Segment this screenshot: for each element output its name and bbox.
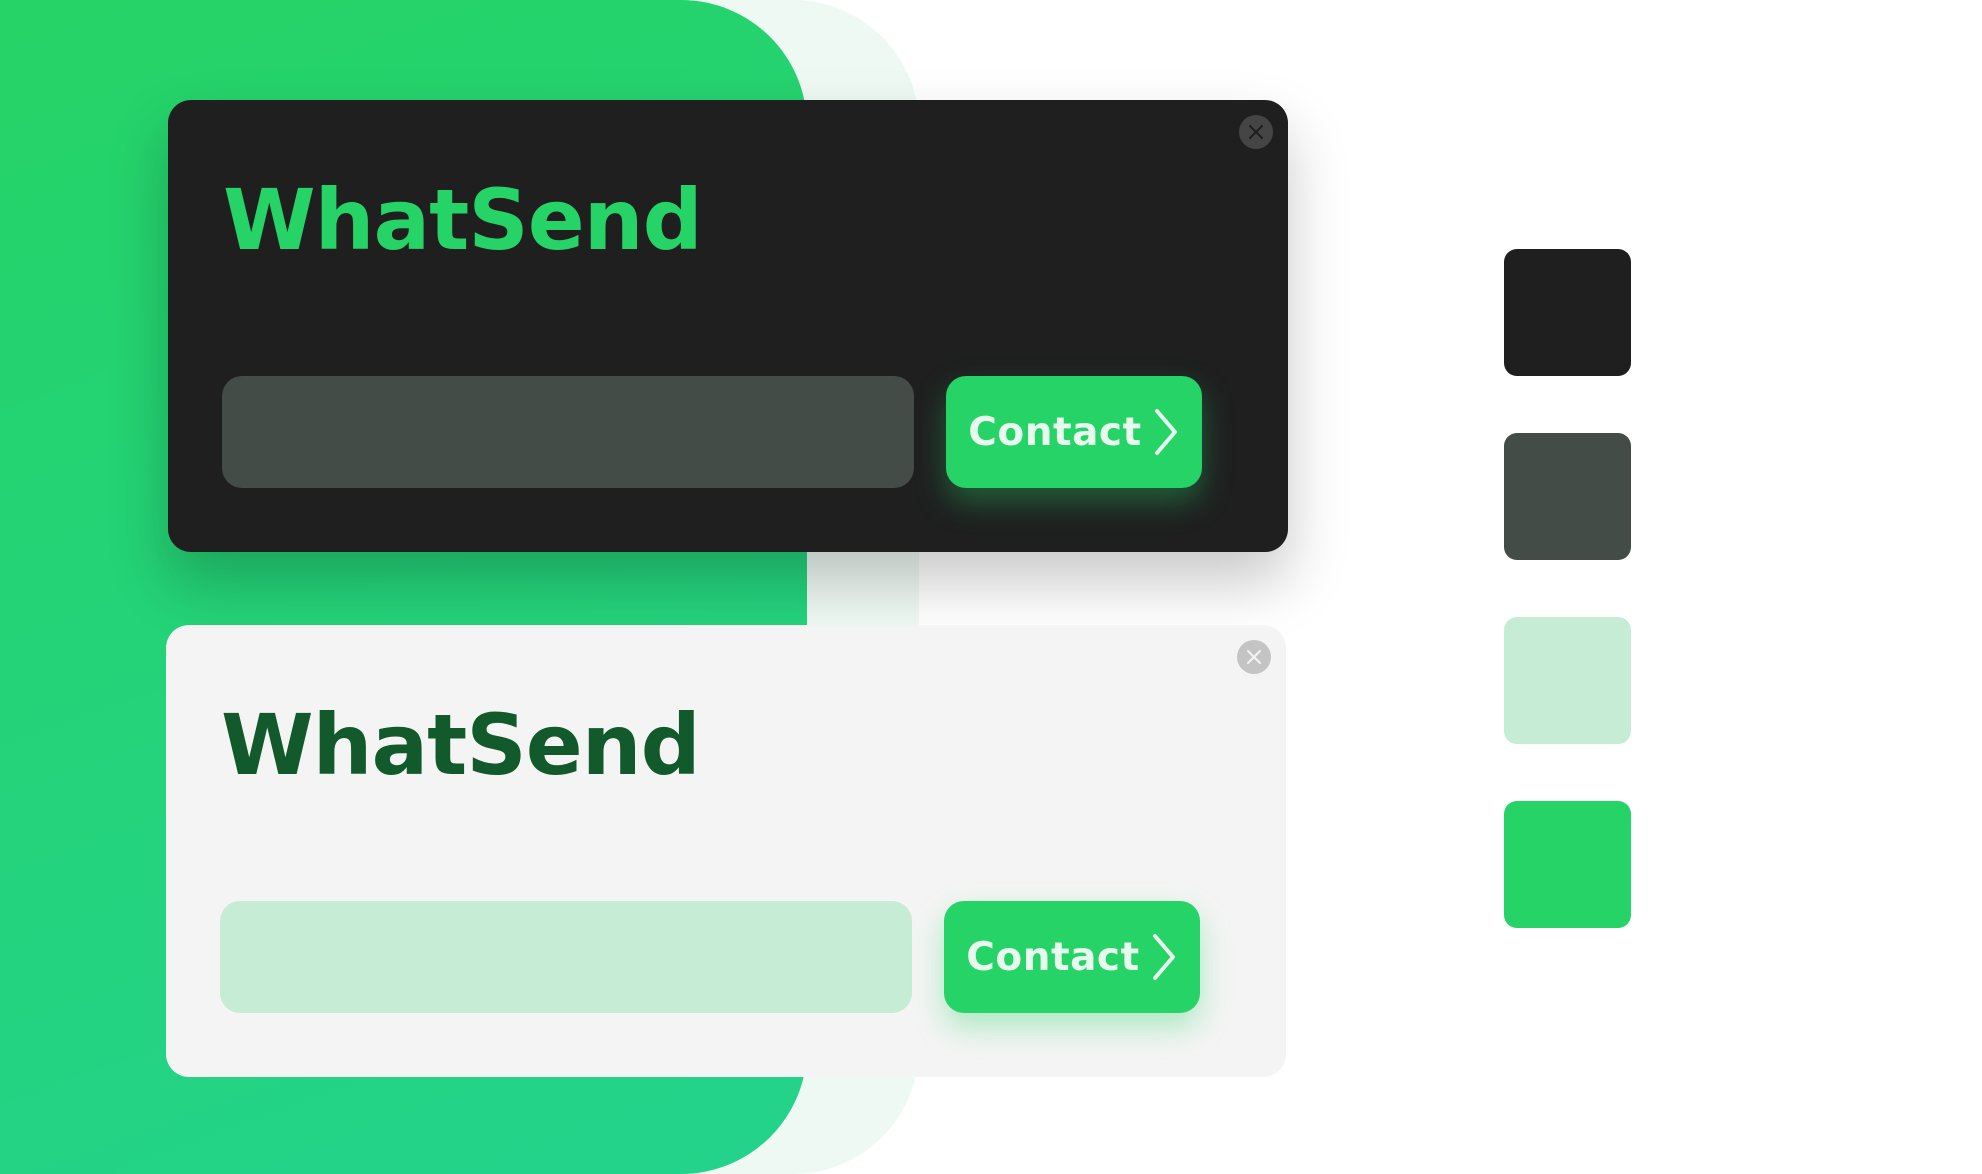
widget-title: WhatSend	[223, 171, 703, 269]
contact-button-label: Contact	[968, 409, 1142, 455]
widget-light: WhatSend Contact	[166, 625, 1286, 1077]
close-button[interactable]	[1237, 640, 1271, 674]
chevron-right-icon	[1152, 934, 1175, 980]
contact-button[interactable]: Contact	[946, 376, 1202, 488]
contact-button[interactable]: Contact	[944, 901, 1200, 1013]
close-button[interactable]	[1239, 115, 1273, 149]
widget-title: WhatSend	[221, 696, 701, 794]
chevron-right-icon	[1154, 409, 1177, 455]
widget-dark: WhatSend Contact	[168, 100, 1288, 552]
color-swatch-green	[1504, 801, 1631, 928]
color-swatch-dark	[1504, 249, 1631, 376]
contact-button-label: Contact	[966, 934, 1140, 980]
close-icon	[1247, 650, 1261, 664]
message-input[interactable]	[222, 376, 914, 488]
close-icon	[1249, 125, 1263, 139]
color-swatch-slate	[1504, 433, 1631, 560]
message-input[interactable]	[220, 901, 912, 1013]
color-swatch-mint	[1504, 617, 1631, 744]
